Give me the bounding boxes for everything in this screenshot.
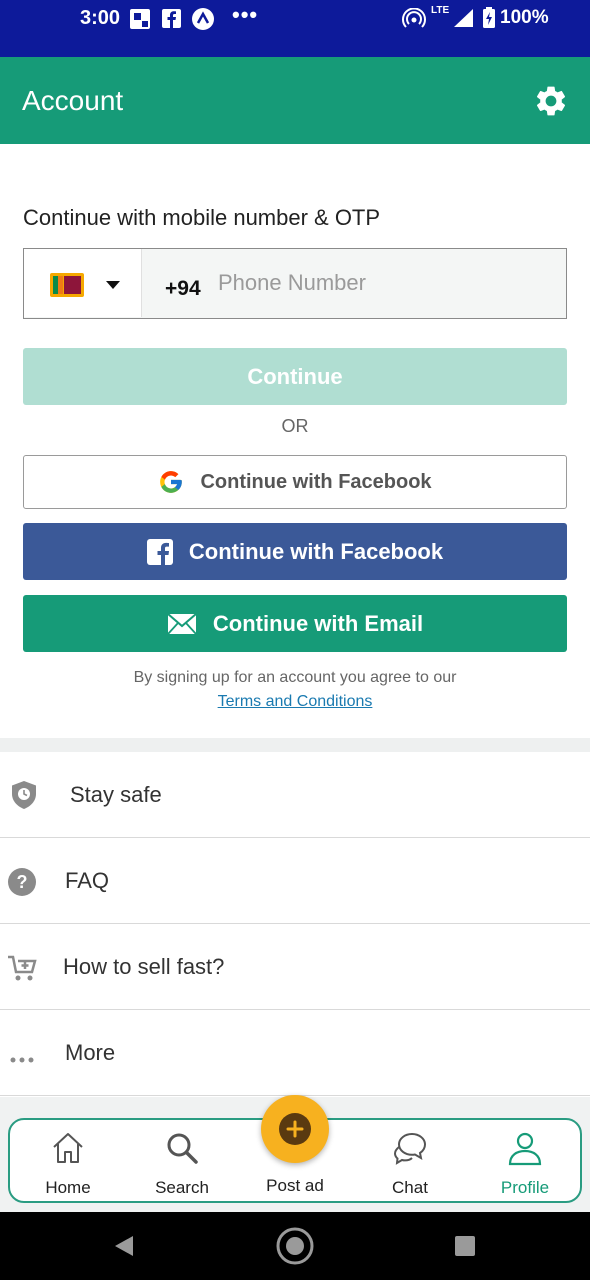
more-dots-icon: [10, 1050, 38, 1078]
svg-text:?: ?: [17, 872, 28, 892]
terms-link-label[interactable]: Terms and Conditions: [218, 693, 373, 710]
menu-label-stay-safe: Stay safe: [70, 782, 162, 807]
gear-icon[interactable]: [533, 83, 569, 119]
search-icon: [164, 1130, 200, 1166]
facebook-login-label: Continue with Facebook: [188, 538, 444, 564]
phone-field: +94: [23, 248, 567, 319]
back-icon[interactable]: [112, 1234, 136, 1263]
menu-item-faq[interactable]: ? FAQ: [0, 838, 590, 924]
signal-icon: [453, 8, 475, 33]
hotspot-icon: [402, 7, 426, 35]
login-heading: Continue with mobile number & OTP: [23, 205, 381, 230]
email-login-label: Continue with Email: [212, 610, 424, 636]
plus-circle-icon: [279, 1113, 311, 1145]
system-nav-bar: [0, 1212, 590, 1280]
country-code: +94: [165, 277, 201, 300]
envelope-icon: [167, 612, 197, 635]
person-icon: [507, 1130, 543, 1166]
menu-item-more[interactable]: More: [0, 1010, 590, 1096]
network-type: LTE: [431, 5, 450, 16]
notification-app-icon: [130, 9, 150, 29]
continue-button[interactable]: Continue: [23, 348, 567, 405]
caret-down-icon: [106, 281, 120, 289]
menu-label-faq: FAQ: [65, 868, 110, 893]
battery-level: 100%: [500, 7, 549, 28]
home-circle-icon[interactable]: [275, 1226, 315, 1271]
cart-plus-icon: [7, 954, 37, 982]
sri-lanka-flag-icon: [50, 273, 84, 297]
country-selector[interactable]: [24, 249, 142, 317]
post-ad-button[interactable]: [261, 1095, 329, 1163]
nav-home[interactable]: Home: [18, 1120, 118, 1205]
nav-search-label: Search: [155, 1178, 209, 1197]
nav-search[interactable]: Search: [132, 1120, 232, 1205]
section-divider: [0, 738, 590, 752]
battery-icon: [482, 7, 496, 34]
status-bar: 3:00 ••• LTE 100%: [0, 0, 590, 57]
nav-post-ad-label: Post ad: [266, 1176, 324, 1195]
google-icon: [160, 471, 183, 493]
facebook-login-button[interactable]: Continue with Facebook: [23, 523, 567, 580]
nav-chat-label: Chat: [392, 1178, 428, 1197]
home-icon: [50, 1130, 86, 1166]
more-notifications-icon: •••: [232, 2, 259, 27]
nav-profile-label: Profile: [500, 1178, 550, 1197]
facebook-notification-icon: [162, 9, 181, 28]
question-circle-icon: ?: [7, 867, 36, 896]
terms-text: By signing up for an account you agree t…: [133, 669, 457, 686]
phone-number-input[interactable]: [218, 263, 558, 303]
menu-item-stay-safe[interactable]: Stay safe: [0, 752, 590, 838]
menu-label-sell-fast: How to sell fast?: [63, 954, 225, 979]
nav-chat[interactable]: Chat: [360, 1120, 460, 1205]
facebook-icon: [146, 538, 173, 565]
status-time: 3:00: [80, 7, 121, 29]
terms-link[interactable]: Terms and Conditions: [0, 693, 590, 711]
google-login-label: Continue with Facebook: [200, 470, 432, 493]
nav-profile[interactable]: Profile: [475, 1120, 575, 1205]
shield-clock-icon: [10, 780, 38, 809]
recents-icon[interactable]: [454, 1235, 476, 1262]
page-title: Account: [22, 85, 124, 116]
app-bar: Account: [0, 57, 590, 144]
email-login-button[interactable]: Continue with Email: [23, 595, 567, 652]
app-a-icon: [192, 8, 214, 30]
menu-item-sell-fast[interactable]: How to sell fast?: [0, 924, 590, 1010]
menu-label-more: More: [65, 1040, 116, 1065]
google-login-button[interactable]: Continue with Facebook: [23, 455, 567, 509]
or-divider: OR: [281, 416, 309, 436]
nav-home-label: Home: [45, 1178, 91, 1197]
chat-bubbles-icon: [392, 1130, 428, 1166]
